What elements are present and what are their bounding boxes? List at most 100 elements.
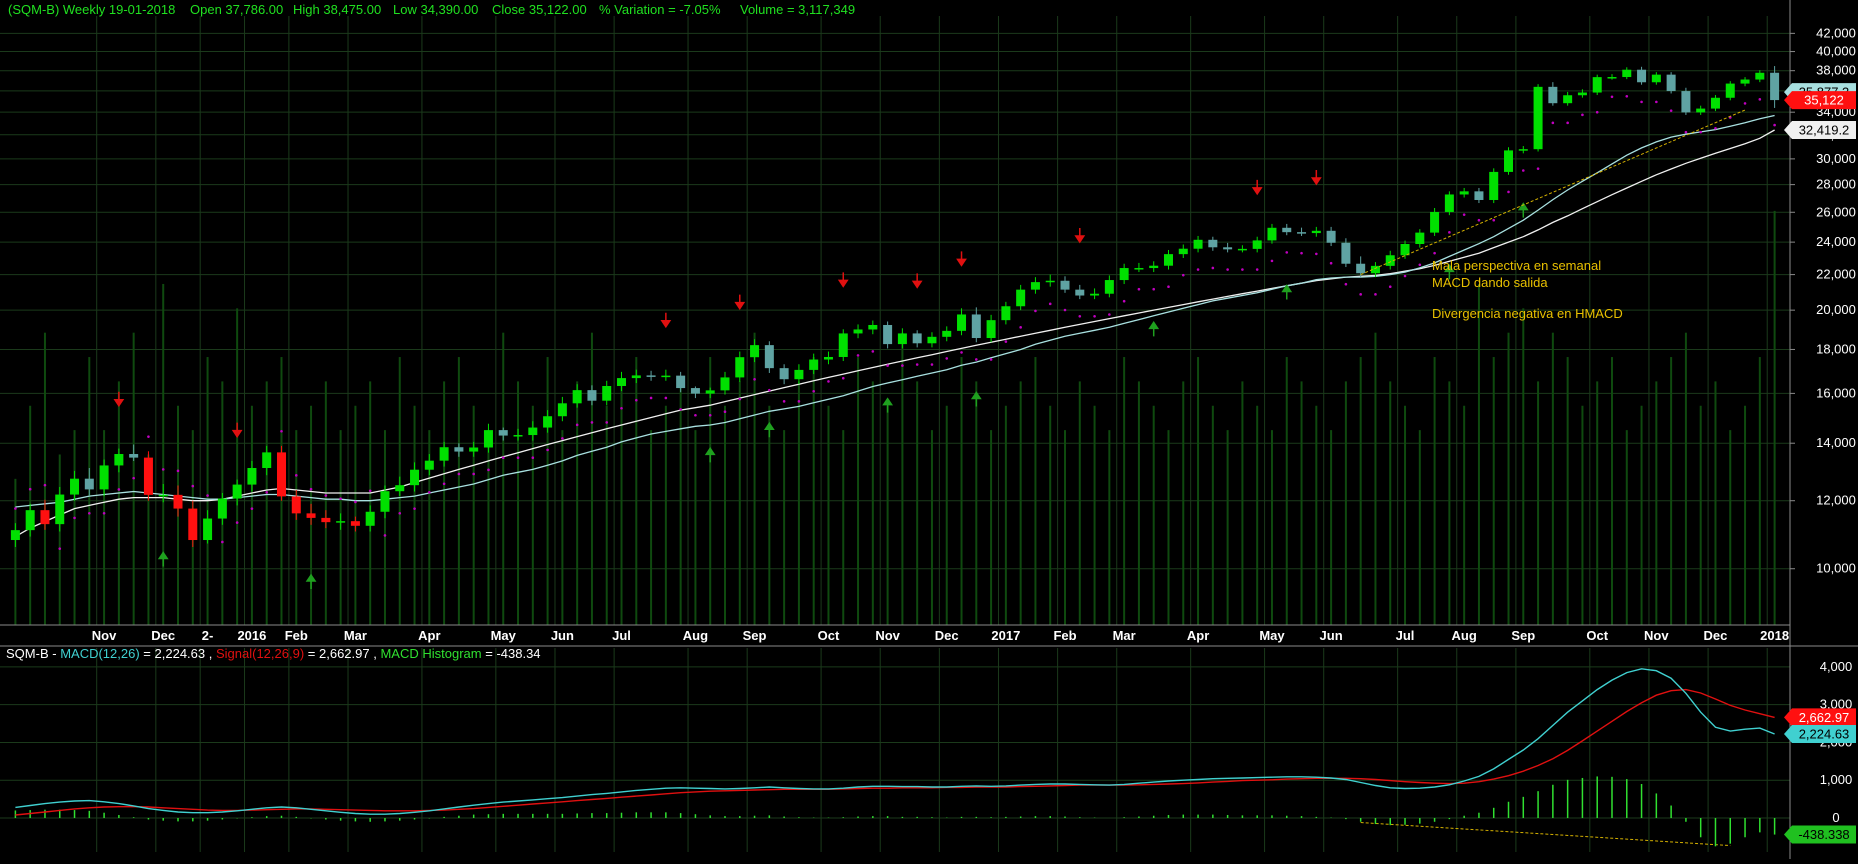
- sar-dot: [1551, 121, 1555, 125]
- sar-dot: [1300, 251, 1303, 255]
- volume-bar: [1004, 405, 1007, 625]
- volume-bar: [117, 381, 120, 625]
- sar-dot: [235, 521, 239, 524]
- sar-dot: [915, 363, 919, 366]
- volume-bar: [842, 430, 845, 625]
- price-tick-label: 42,000: [1816, 25, 1856, 40]
- volume-bar: [1625, 430, 1628, 625]
- volume-bar: [1226, 430, 1229, 625]
- candle-body: [483, 430, 493, 448]
- candle-body: [1311, 230, 1321, 234]
- header-high: High 38,475.00: [293, 2, 381, 17]
- candle-body: [912, 333, 922, 344]
- candle-body: [735, 357, 745, 378]
- macd-label: MACD(12,26): [60, 646, 139, 661]
- candle-body: [1637, 69, 1647, 83]
- volume-bar: [1300, 381, 1303, 625]
- sar-dot: [1344, 282, 1348, 286]
- macd-tag: -438.338: [1784, 825, 1856, 844]
- macd-tag: 2,662.97: [1784, 708, 1856, 727]
- sar-dot: [634, 398, 638, 402]
- volume-bar: [1374, 332, 1377, 625]
- volume-bar: [1640, 405, 1643, 625]
- macd-tick-label: 0: [1832, 810, 1839, 825]
- candle-body: [676, 375, 686, 389]
- sar-dot: [487, 468, 490, 472]
- sar-dot: [590, 421, 594, 424]
- candle-body: [173, 494, 183, 509]
- sar-dot: [649, 396, 653, 400]
- candle-body: [809, 359, 819, 370]
- sar-dot: [782, 400, 786, 403]
- volume-bar: [43, 332, 46, 625]
- volume-bar: [1241, 381, 1244, 625]
- macd-header: SQM-B - MACD(12,26) = 2,224.63 , Signal(…: [6, 646, 541, 661]
- candle-body: [543, 416, 553, 428]
- volume-bar: [694, 430, 697, 625]
- volume-bar: [1684, 332, 1687, 625]
- volume-bar: [502, 332, 505, 625]
- sar-dot: [1270, 259, 1274, 263]
- price-tag-label: 32,419.2: [1799, 122, 1850, 137]
- candle-body: [143, 457, 153, 495]
- volume-bar: [990, 430, 993, 625]
- x-tick-label: Mar: [1113, 628, 1136, 643]
- sar-dot: [1699, 130, 1702, 134]
- x-tick-label: Jul: [1396, 628, 1415, 643]
- sar-dot: [1714, 126, 1717, 130]
- sar-dot: [723, 410, 727, 414]
- sar-dot: [1403, 274, 1407, 278]
- candle-body: [513, 435, 523, 437]
- header-variation: % Variation = -7.05%: [599, 2, 721, 17]
- volume-bar: [1019, 381, 1022, 625]
- candle-body: [1548, 86, 1558, 104]
- sar-dot: [886, 364, 889, 367]
- candle-body: [1770, 72, 1780, 101]
- volume-bar: [250, 405, 253, 625]
- volume-bar: [827, 405, 830, 625]
- volume-bar: [1330, 430, 1333, 625]
- candle-body: [321, 517, 331, 523]
- sar-dot: [901, 364, 904, 367]
- volume-bar: [620, 381, 623, 625]
- sar-dot: [546, 448, 549, 452]
- candle-body: [1740, 79, 1750, 84]
- candle-body: [1075, 289, 1085, 296]
- candle-body: [957, 314, 967, 331]
- sar-dot: [1433, 251, 1436, 255]
- candle-body: [1208, 239, 1218, 248]
- candle-body: [1237, 248, 1247, 251]
- candle-body: [1489, 171, 1499, 200]
- sar-dot: [383, 534, 387, 537]
- volume-bar: [58, 454, 61, 625]
- volume-bar: [664, 405, 667, 625]
- volume-bar: [1034, 357, 1037, 625]
- volume-bar: [561, 430, 564, 625]
- sar-dot: [206, 494, 209, 497]
- volume-bar: [1182, 381, 1185, 625]
- sar-dot: [841, 376, 845, 380]
- volume-bar: [723, 405, 726, 625]
- x-tick-label: Dec: [1704, 628, 1728, 643]
- sar-dot: [1196, 268, 1200, 271]
- price-tag: 32,419.2: [1784, 120, 1856, 139]
- candle-body: [602, 386, 612, 401]
- candle-body: [1592, 77, 1602, 93]
- volume-bar: [546, 357, 549, 625]
- candle-body: [794, 369, 804, 380]
- sar-dot: [265, 491, 269, 494]
- candle-body: [986, 320, 996, 339]
- x-tick-label: Apr: [418, 628, 440, 643]
- candle-body: [1622, 69, 1632, 78]
- candle-body: [55, 494, 65, 525]
- candle-body: [188, 508, 198, 541]
- volume-bar: [1049, 405, 1052, 625]
- x-tick-label: Aug: [1452, 628, 1477, 643]
- candle-body: [40, 510, 50, 525]
- sar-dot: [1743, 102, 1747, 105]
- candle-body: [661, 375, 671, 378]
- candle-body: [232, 484, 242, 499]
- candle-body: [276, 452, 286, 497]
- candle-body: [1297, 232, 1307, 234]
- sar-dot: [1388, 285, 1392, 289]
